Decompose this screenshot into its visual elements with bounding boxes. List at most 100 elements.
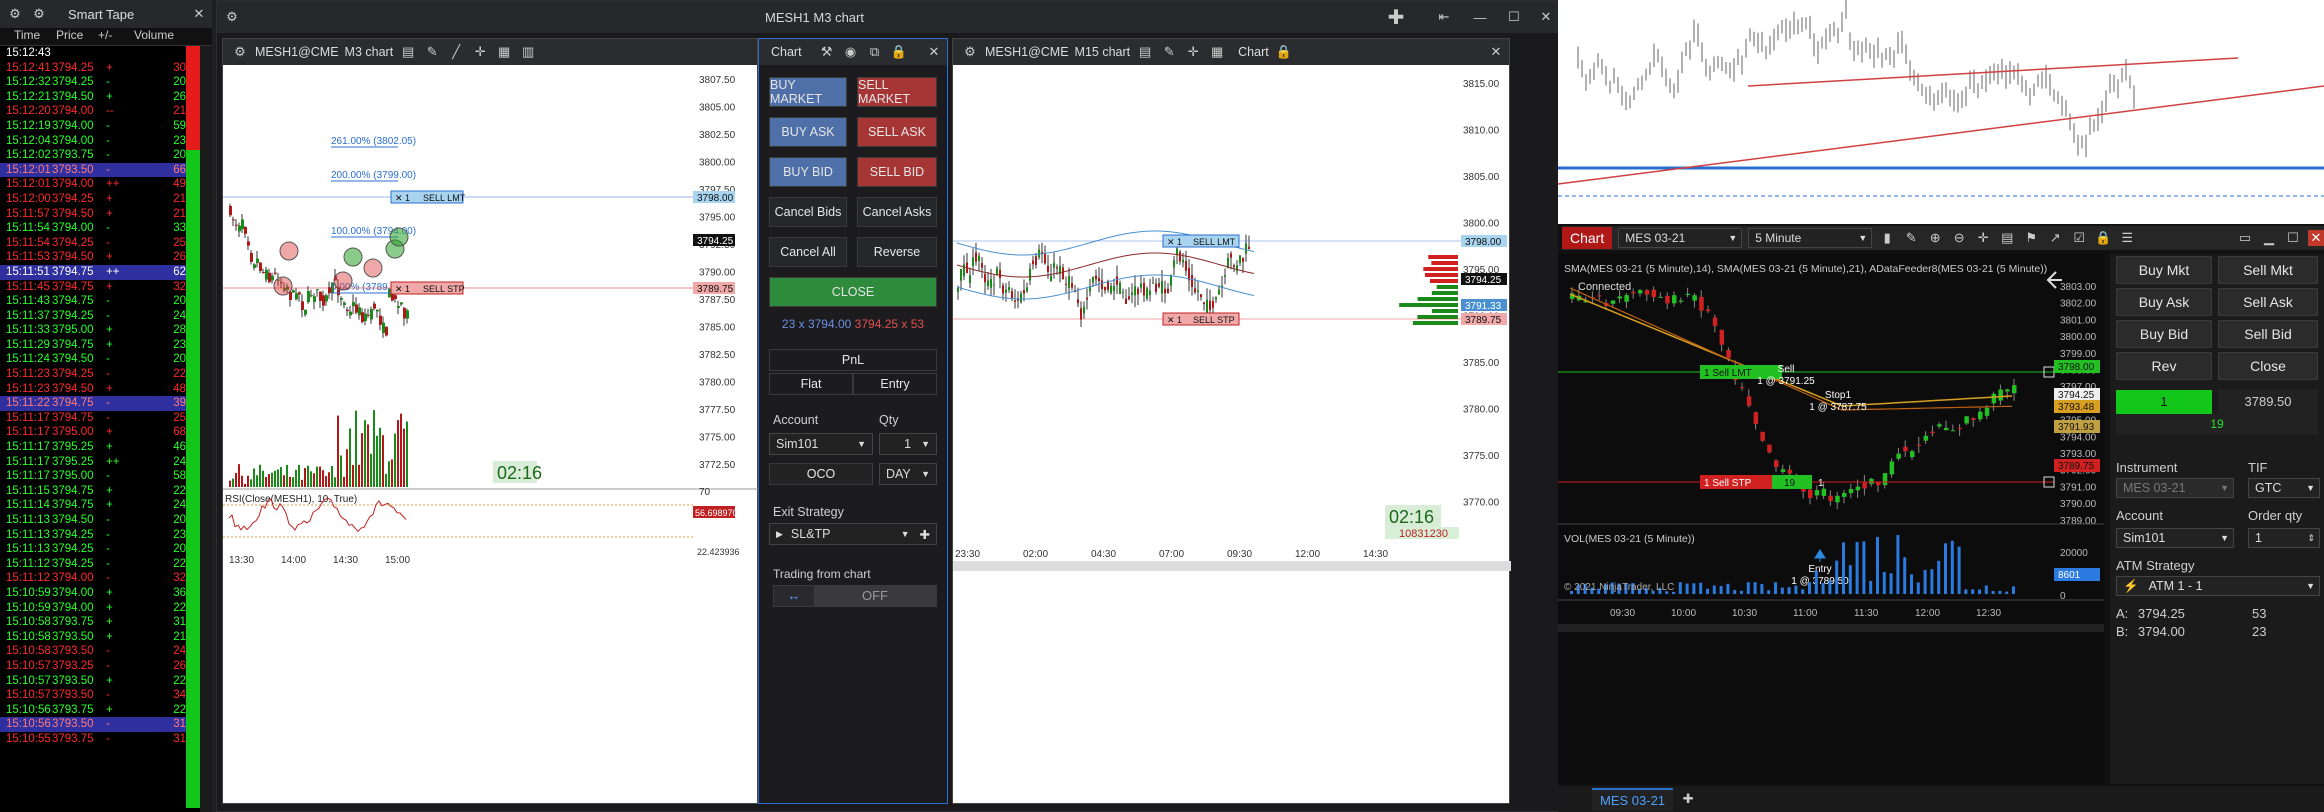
sell-bid-button[interactable]: Sell Bid [2218,320,2318,348]
close-icon[interactable]: ✕ [1537,8,1555,26]
strategy-icon[interactable]: ⚑ [2022,229,2040,247]
chart-type-icon[interactable]: ▤ [399,43,417,61]
buy-mkt-button[interactable]: Buy Mkt [2116,256,2212,284]
tape-change: + [106,601,113,614]
lock-icon[interactable]: 🔒 [1275,43,1293,61]
minimize-icon[interactable]: ▁ [2260,229,2278,247]
layout-icon[interactable]: ▦ [495,43,513,61]
buy-bid-button[interactable]: BUY BID [769,157,847,187]
m3-candlestick-chart[interactable]: 3807.503805.003802.503800.003797.503795.… [223,65,759,805]
settings-icon[interactable]: ⚙ [223,8,241,26]
col-price[interactable]: Price [56,28,98,45]
indicator-icon[interactable]: ↗ [2046,229,2064,247]
camera-icon[interactable]: ◉ [842,43,860,61]
draw-icon[interactable]: ✎ [1160,43,1178,61]
col-volume[interactable]: Volume [126,28,178,45]
data-box-icon[interactable]: ☑ [2070,229,2088,247]
nt-chart-label[interactable]: Chart [1562,227,1613,249]
m15-tab-instrument[interactable]: MESH1@CME [985,45,1069,59]
share-icon[interactable]: ☰ [2118,229,2136,247]
pin-icon[interactable]: ⇤ [1435,8,1453,26]
tif-select[interactable]: GTC ▼ [2248,478,2320,498]
sell-ask-button[interactable]: Sell Ask [2218,288,2318,316]
cancel-bids-button[interactable]: Cancel Bids [769,197,847,227]
sell-mkt-button[interactable]: Sell Mkt [2218,256,2318,284]
order-qty-stepper[interactable]: 1 ⇕ [2248,528,2320,548]
m3-tab-chart[interactable]: M3 chart [345,45,394,59]
buy-bid-button[interactable]: Buy Bid [2116,320,2212,348]
close-icon[interactable]: ✕ [925,43,943,61]
settings-icon[interactable]: ⚙ [6,5,24,23]
crosshair-icon[interactable]: ✛ [1184,43,1202,61]
pencil-icon[interactable]: ✎ [1902,229,1920,247]
tif-select[interactable]: DAY ▼ [879,463,937,485]
chart-type-icon[interactable]: ▤ [1136,43,1154,61]
reverse-button[interactable]: Rev [2116,352,2212,380]
col-time[interactable]: Time [0,28,56,45]
account-select[interactable]: Sim101 ▼ [2116,528,2234,548]
close-icon[interactable]: ✕ [1487,43,1505,61]
col-change[interactable]: +/- [98,28,126,45]
cancel-all-button[interactable]: Cancel All [769,237,847,267]
draw-icon[interactable]: ✎ [423,43,441,61]
interval-select[interactable]: 5 Minute ▼ [1748,228,1873,248]
minimize-icon[interactable]: — [1471,8,1489,26]
qty-select[interactable]: 1 ▼ [879,433,937,455]
zoom-out-icon[interactable]: ⊖ [1950,229,1968,247]
sell-limit-qty: ✕ 1 [395,193,410,203]
m15-candlestick-chart[interactable]: 3815.003810.003805.003800.003795.003790.… [953,65,1511,805]
sell-bid-button[interactable]: SELL BID [857,157,937,187]
tape-time: 15:10:59 [6,586,51,599]
tape-row: 15:10:57 3793.50- 34 [0,688,186,703]
tools-icon[interactable]: ⚒ [818,43,836,61]
settings-icon-2[interactable]: ⚙ [30,5,48,23]
add-tab-icon[interactable]: ✚ [1679,790,1697,808]
line-tool-icon[interactable]: ╱ [447,43,465,61]
instrument-field[interactable]: MES 03-21 ▼ [2116,478,2234,498]
exit-strategy-select[interactable]: ▶ SL&TP ▼ ✚ [769,523,937,545]
bar-chart-icon[interactable]: ▮ [1878,229,1896,247]
instrument-select[interactable]: MES 03-21 ▼ [1618,228,1743,248]
tape-scrollbar[interactable] [200,46,212,812]
cancel-asks-button[interactable]: Cancel Asks [857,197,937,227]
sell-ask-button[interactable]: SELL ASK [857,117,937,147]
gear-icon[interactable]: ⚙ [231,43,249,61]
crosshair-icon[interactable]: ✛ [471,43,489,61]
add-icon[interactable]: ✚ [1387,7,1405,29]
m3-tab-instrument[interactable]: MESH1@CME [255,45,339,59]
oco-button[interactable]: OCO [769,463,873,485]
gear-icon[interactable]: ⚙ [961,43,979,61]
price-tick: 3790.00 [699,268,736,279]
layout-icon[interactable]: ▦ [1208,43,1226,61]
buy-market-button[interactable]: BUY MARKET [769,77,847,107]
m15-tab-chart[interactable]: M15 chart [1075,45,1131,59]
atm-strategy-select[interactable]: ⚡ ATM 1 - 1 ▼ [2116,576,2320,596]
close-position-button[interactable]: Close [2218,352,2318,380]
tape-row: 15:10:59 3794.00 +22 [0,601,186,616]
candle [1047,265,1049,272]
trading-toggle[interactable]: ↔ OFF [773,585,937,607]
nt-candlestick-chart[interactable]: SMA(MES 03-21 (5 Minute),14), SMA(MES 03… [1558,254,2104,784]
copy-icon[interactable]: ⧉ [866,43,884,61]
price-tick: 3805.00 [1463,172,1500,183]
volume-bar [1692,583,1696,594]
sell-market-button[interactable]: SELL MARKET [857,77,937,107]
close-button[interactable]: CLOSE [769,277,937,307]
crosshair-icon[interactable]: ✛ [1974,229,1992,247]
lock-icon[interactable]: 🔒 [2094,229,2112,247]
candle [1083,306,1085,314]
buy-ask-button[interactable]: Buy Ask [2116,288,2212,316]
close-icon[interactable]: ✕ [2308,230,2324,246]
zoom-in-icon[interactable]: ⊕ [1926,229,1944,247]
lock-icon[interactable]: 🔒 [890,43,908,61]
workspace-icon[interactable]: ▭ [2236,229,2254,247]
panel-icon[interactable]: ▥ [519,43,537,61]
maximize-icon[interactable]: ☐ [1505,8,1523,26]
instrument-tab[interactable]: MES 03-21 [1592,787,1674,811]
account-select[interactable]: Sim101 ▼ [769,433,873,455]
reverse-button[interactable]: Reverse [857,237,937,267]
maximize-icon[interactable]: ☐ [2284,229,2302,247]
buy-ask-button[interactable]: BUY ASK [769,117,847,147]
properties-icon[interactable]: ▤ [1998,229,2016,247]
close-icon[interactable]: ✕ [190,5,208,23]
